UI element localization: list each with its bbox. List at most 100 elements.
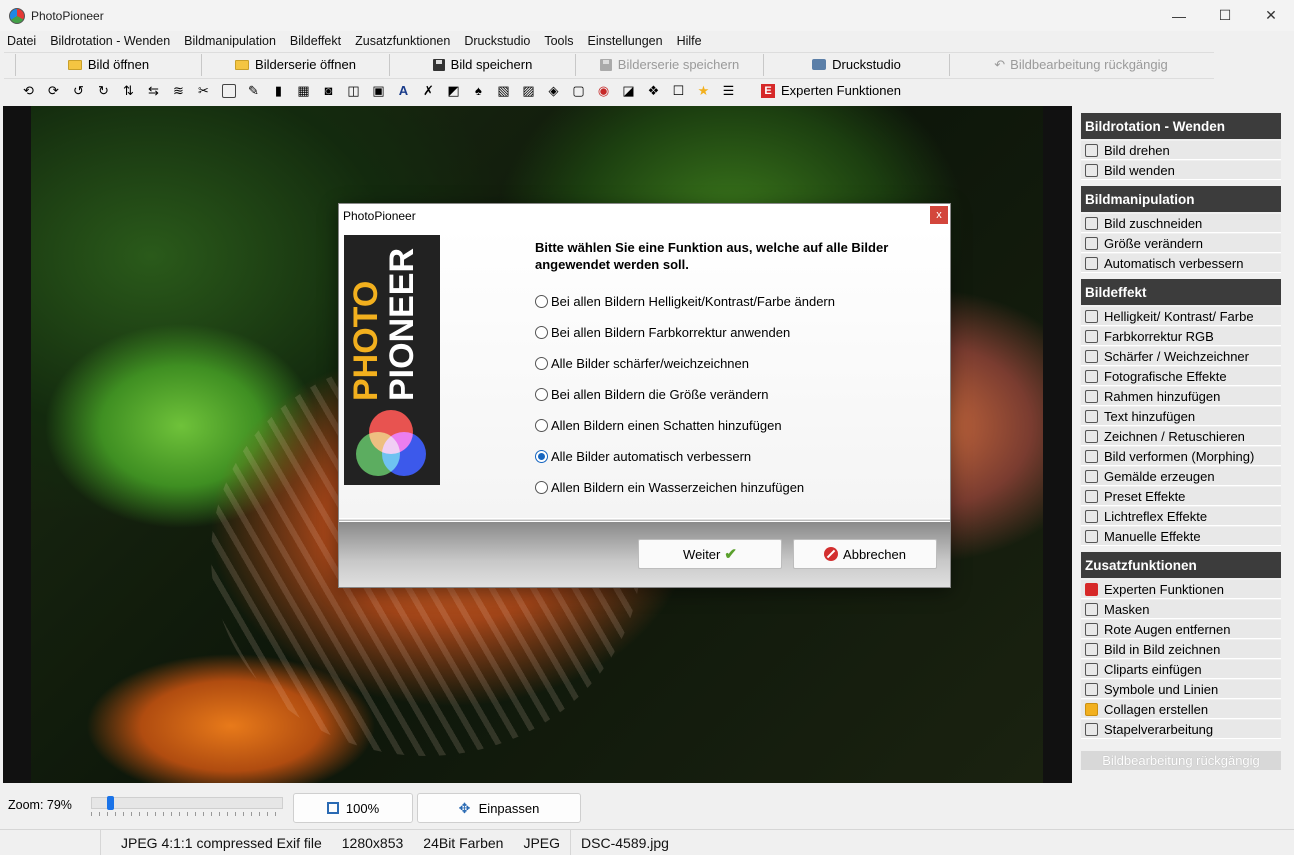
brightness-icon[interactable]: ▮ xyxy=(266,81,291,101)
batch-icon[interactable]: ☰ xyxy=(716,81,741,101)
sidebar-item-manual-effects[interactable]: Manuelle Effekte xyxy=(1081,527,1281,546)
rotate-ccw-icon[interactable]: ↺ xyxy=(66,81,91,101)
zoom-slider[interactable] xyxy=(91,796,283,810)
sidebar-item-painting[interactable]: Gemälde erzeugen xyxy=(1081,467,1281,486)
sidebar-item-label: Cliparts einfügen xyxy=(1104,661,1202,677)
scissors-icon[interactable]: ✂ xyxy=(191,81,216,101)
morph-icon[interactable]: ◩ xyxy=(441,81,466,101)
option-radio-row[interactable]: Bei allen Bildern Farbkorrektur anwenden xyxy=(535,323,790,341)
clipart-icon[interactable]: ❖ xyxy=(641,81,666,101)
sidebar-item-morphing[interactable]: Bild verformen (Morphing) xyxy=(1081,447,1281,466)
sidebar-item-cliparts[interactable]: Cliparts einfügen xyxy=(1081,660,1281,679)
sidebar-item-collage[interactable]: Collagen erstellen xyxy=(1081,700,1281,719)
sidebar-item-rotate[interactable]: Bild drehen xyxy=(1081,141,1281,160)
paint-icon[interactable]: ♠ xyxy=(466,81,491,101)
mask-icon[interactable]: ▢ xyxy=(566,81,591,101)
color-correction-icon[interactable]: ▦ xyxy=(291,81,316,101)
option-radio-row[interactable]: Alle Bilder schärfer/weichzeichnen xyxy=(535,354,749,372)
sidebar-item-expert[interactable]: Experten Funktionen xyxy=(1081,580,1281,599)
batch-function-dialog: PhotoPioneer x PHOTO PIONEER Bitte wähle… xyxy=(338,203,951,588)
sidebar-undo-button[interactable]: Bildbearbeitung rückgängig xyxy=(1081,751,1281,770)
menu-tools[interactable]: Tools xyxy=(544,34,573,48)
save-series-button[interactable]: Bilderserie speichern xyxy=(576,53,764,76)
fit-button[interactable]: ✥ Einpassen xyxy=(417,793,581,823)
save-image-button[interactable]: Bild speichern xyxy=(390,53,576,76)
frame-icon[interactable]: ▣ xyxy=(366,81,391,101)
rotate-right-icon[interactable]: ⟳ xyxy=(41,81,66,101)
open-series-button[interactable]: Bilderserie öffnen xyxy=(202,53,390,76)
warp-icon[interactable]: ≋ xyxy=(166,81,191,101)
rotate-left-icon[interactable]: ⟲ xyxy=(16,81,41,101)
red-eye-icon[interactable]: ◉ xyxy=(591,81,616,101)
sidebar-item-frame[interactable]: Rahmen hinzufügen xyxy=(1081,387,1281,406)
dialog-close-button[interactable]: x xyxy=(930,206,948,224)
sidebar-item-flip[interactable]: Bild wenden xyxy=(1081,161,1281,180)
radio-button[interactable] xyxy=(535,418,548,432)
resize-icon[interactable] xyxy=(216,81,241,101)
sidebar-item-draw[interactable]: Zeichnen / Retuschieren xyxy=(1081,427,1281,446)
text-icon[interactable]: A xyxy=(391,81,416,101)
menu-druckstudio[interactable]: Druckstudio xyxy=(464,34,530,48)
sidebar-item-symbols[interactable]: Symbole und Linien xyxy=(1081,680,1281,699)
option-radio-row[interactable]: Allen Bildern ein Wasserzeichen hinzufüg… xyxy=(535,478,804,496)
rotate-cw-icon[interactable]: ↻ xyxy=(91,81,116,101)
draw-icon[interactable]: ✗ xyxy=(416,81,441,101)
zoom-label: Zoom: 79% xyxy=(8,798,72,812)
mirror-icon[interactable]: ⇆ xyxy=(141,81,166,101)
menu-bildeffekt[interactable]: Bildeffekt xyxy=(290,34,341,48)
sidebar-item-resize[interactable]: Größe verändern xyxy=(1081,234,1281,253)
sidebar-item-picture-in-picture[interactable]: Bild in Bild zeichnen xyxy=(1081,640,1281,659)
sidebar-item-crop[interactable]: Bild zuschneiden xyxy=(1081,214,1281,233)
camera-icon[interactable]: ◫ xyxy=(341,81,366,101)
radio-button[interactable] xyxy=(535,294,548,308)
symbols-icon[interactable]: ☐ xyxy=(666,81,691,101)
radio-button[interactable] xyxy=(535,356,548,370)
picture-in-picture-icon[interactable]: ◪ xyxy=(616,81,641,101)
flip-icon[interactable]: ⇅ xyxy=(116,81,141,101)
option-radio-row[interactable]: Alle Bilder automatisch verbessern xyxy=(535,447,751,465)
sidebar-item-label: Zeichnen / Retuschieren xyxy=(1104,428,1245,444)
sidebar-item-batch[interactable]: Stapelverarbeitung xyxy=(1081,720,1281,739)
option-radio-row[interactable]: Bei allen Bildern Helligkeit/Kontrast/Fa… xyxy=(535,292,835,310)
sidebar-item-red-eye[interactable]: Rote Augen entfernen xyxy=(1081,620,1281,639)
menu-datei[interactable]: Datei xyxy=(7,34,36,48)
menu-bildrotation[interactable]: Bildrotation - Wenden xyxy=(50,34,170,48)
maximize-button[interactable]: ☐ xyxy=(1202,0,1248,31)
option-radio-row[interactable]: Allen Bildern einen Schatten hinzufügen xyxy=(535,416,782,434)
radio-button[interactable] xyxy=(535,449,548,463)
menu-hilfe[interactable]: Hilfe xyxy=(677,34,702,48)
radio-button[interactable] xyxy=(535,387,548,401)
menu-einstellungen[interactable]: Einstellungen xyxy=(588,34,663,48)
print-studio-button[interactable]: Druckstudio xyxy=(764,53,950,76)
menu-bildmanipulation[interactable]: Bildmanipulation xyxy=(184,34,276,48)
sidebar-item-brightness[interactable]: Helligkeit/ Kontrast/ Farbe xyxy=(1081,307,1281,326)
zoom-100-button[interactable]: 100% xyxy=(293,793,413,823)
undo-button[interactable]: ↶ Bildbearbeitung rückgängig xyxy=(950,54,1212,76)
open-image-button[interactable]: Bild öffnen xyxy=(16,53,202,76)
star-icon[interactable]: ★ xyxy=(691,81,716,101)
close-window-button[interactable]: ✕ xyxy=(1248,0,1294,31)
sidebar-item-preset[interactable]: Preset Effekte xyxy=(1081,487,1281,506)
magic-wand-icon[interactable]: ✎ xyxy=(241,81,266,101)
sidebar-item-sharpen[interactable]: Schärfer / Weichzeichner xyxy=(1081,347,1281,366)
expert-functions-button[interactable]: E Experten Funktionen xyxy=(761,83,901,98)
sidebar: Bildrotation - Wenden Bild drehen Bild w… xyxy=(1076,106,1286,827)
option-radio-row[interactable]: Bei allen Bildern die Größe verändern xyxy=(535,385,769,403)
light-icon[interactable]: ▨ xyxy=(516,81,541,101)
next-button[interactable]: Weiter ✔ xyxy=(638,539,782,569)
radio-button[interactable] xyxy=(535,480,548,494)
sidebar-item-color-rgb[interactable]: Farbkorrektur RGB xyxy=(1081,327,1281,346)
minimize-button[interactable]: — xyxy=(1156,0,1202,31)
preset-icon[interactable]: ▧ xyxy=(491,81,516,101)
sidebar-item-masks[interactable]: Masken xyxy=(1081,600,1281,619)
radio-button[interactable] xyxy=(535,325,548,339)
cancel-button[interactable]: Abbrechen xyxy=(793,539,937,569)
sidebar-item-photo-effects[interactable]: Fotografische Effekte xyxy=(1081,367,1281,386)
zoom-slider-thumb[interactable] xyxy=(107,796,114,810)
sidebar-item-light[interactable]: Lichtreflex Effekte xyxy=(1081,507,1281,526)
menu-zusatzfunktionen[interactable]: Zusatzfunktionen xyxy=(355,34,450,48)
sidebar-item-text[interactable]: Text hinzufügen xyxy=(1081,407,1281,426)
manual-effects-icon[interactable]: ◈ xyxy=(541,81,566,101)
sharpen-icon[interactable]: ◙ xyxy=(316,81,341,101)
sidebar-item-auto-enhance[interactable]: Automatisch verbessern xyxy=(1081,254,1281,273)
